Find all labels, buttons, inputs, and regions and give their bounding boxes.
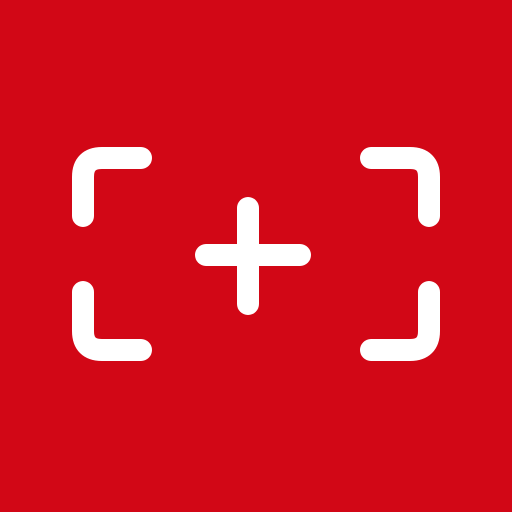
app-icon[interactable] <box>0 0 512 512</box>
viewfinder-plus-glyph <box>0 0 512 512</box>
